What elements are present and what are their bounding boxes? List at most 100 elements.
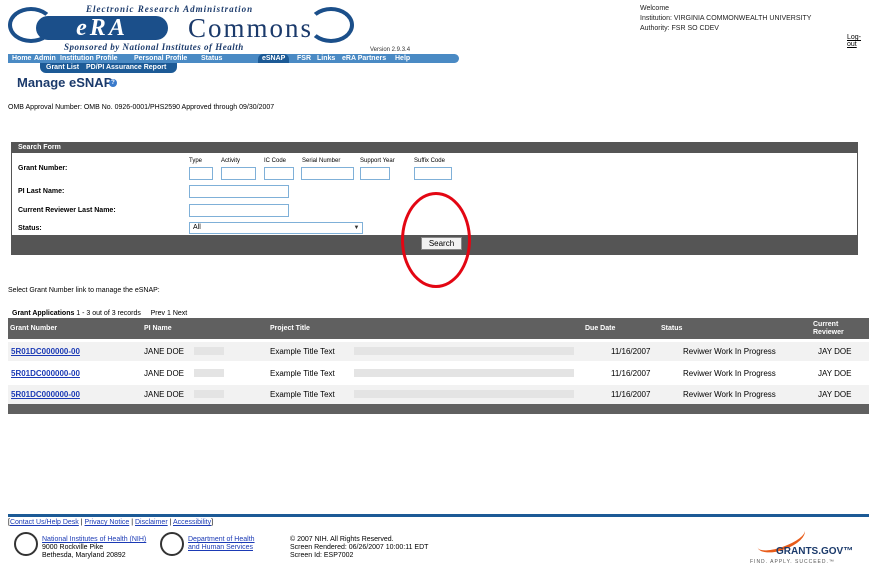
col-pi-name[interactable]: PI Name — [144, 318, 172, 339]
reviewer-cell: JAY DOE — [818, 369, 852, 378]
pi-name-cell: JANE DOE — [144, 369, 185, 378]
nav-esnap[interactable]: eSNAP — [258, 54, 290, 63]
suffix-code-label: Suffix Code — [414, 158, 445, 164]
page-title: Manage eSNAP — [17, 75, 113, 90]
redacted-block — [194, 369, 224, 377]
logo-sponsored: Sponsored by National Institutes of Heal… — [64, 42, 244, 52]
nav-status[interactable]: Status — [201, 54, 222, 63]
activity-label: Activity — [221, 158, 241, 164]
grant-number-link[interactable]: 5R01DC000000-00 — [11, 364, 80, 383]
col-due-date[interactable]: Due Date — [585, 318, 615, 339]
hhs-link[interactable]: Department of Health and Human Services — [188, 536, 255, 552]
hhs-seal-icon — [160, 532, 184, 556]
nih-address: National Institutes of Health (NIH) 9000… — [42, 536, 146, 560]
col-project-title[interactable]: Project Title — [270, 318, 310, 339]
col-status[interactable]: Status — [661, 318, 682, 339]
grant-applications-caption: Grant Applications 1 - 3 out of 3 record… — [12, 310, 187, 317]
welcome-text: Welcome — [640, 5, 670, 12]
nih-link[interactable]: National Institutes of Health (NIH) — [42, 536, 146, 544]
project-title-cell: Example Title Text — [270, 347, 335, 356]
redacted-block — [354, 390, 574, 398]
footer-link-privacy[interactable]: Privacy Notice — [85, 519, 130, 526]
due-date-cell: 11/16/2007 — [611, 390, 651, 399]
logo-right-bracket — [308, 7, 354, 43]
welcome-panel: Welcome Institution: VIRGINIA COMMONWEAL… — [640, 4, 811, 34]
highlight-circle — [401, 192, 471, 288]
nav-help[interactable]: Help — [395, 54, 410, 63]
ic-code-input[interactable] — [264, 167, 294, 180]
nav-fsr[interactable]: FSR — [297, 54, 311, 63]
pi-name-cell: JANE DOE — [144, 347, 185, 356]
footer-link-contact[interactable]: Contact Us/Help Desk — [10, 519, 79, 526]
reviewer-cell: JAY DOE — [818, 347, 852, 356]
authority-text: Authority: FSR SO CDEV — [640, 25, 719, 32]
status-cell: Reviwer Work In Progress — [683, 347, 776, 356]
help-icon[interactable]: ? — [109, 79, 117, 87]
subnav-pdpi-assurance-report[interactable]: PD/PI Assurance Report — [86, 64, 166, 71]
grants-gov-text: GRANTS.GOV™ — [776, 546, 854, 557]
footer-links: [Contact Us/Help Desk | Privacy Notice |… — [8, 519, 213, 526]
reviewer-last-name-label: Current Reviewer Last Name: — [18, 207, 116, 214]
nav-admin[interactable]: Admin — [34, 54, 56, 63]
nav-home[interactable]: Home — [12, 54, 31, 63]
grants-gov-logo[interactable]: GRANTS.GOV™ FIND. APPLY. SUCCEED.™ — [736, 520, 866, 566]
due-date-cell: 11/16/2007 — [611, 347, 651, 356]
grants-gov-tagline: FIND. APPLY. SUCCEED.™ — [750, 559, 835, 565]
status-cell: Reviwer Work In Progress — [683, 390, 776, 399]
nav-personal-profile[interactable]: Personal Profile — [134, 54, 187, 63]
table-row: 5R01DC000000-00 JANE DOE Example Title T… — [8, 364, 869, 383]
reviewer-last-name-input[interactable] — [189, 204, 289, 217]
institution-text: Institution: VIRGINIA COMMONWEALTH UNIVE… — [640, 15, 812, 22]
pager[interactable]: Prev 1 Next — [151, 310, 188, 317]
record-count: 1 - 3 out of 3 records — [74, 310, 141, 317]
logout-link[interactable]: Log-out — [847, 34, 869, 48]
status-select-value: All — [193, 224, 201, 231]
status-select[interactable]: All ▼ — [189, 222, 363, 234]
footer-link-disclaimer[interactable]: Disclaimer — [135, 519, 168, 526]
nav-era-partners[interactable]: eRA Partners — [342, 54, 386, 63]
hhs-link-line2: and Human Services — [188, 544, 253, 551]
logo-commons: Commons — [188, 13, 314, 43]
grant-number-link[interactable]: 5R01DC000000-00 — [11, 342, 80, 361]
pi-last-name-label: PI Last Name: — [18, 188, 65, 195]
project-title-cell: Example Title Text — [270, 390, 335, 399]
grant-table-footer — [8, 404, 869, 414]
nav-institution-profile[interactable]: Institution Profile — [60, 54, 118, 63]
activity-input[interactable] — [221, 167, 256, 180]
suffix-code-input[interactable] — [414, 167, 452, 180]
hhs-link-line1: Department of Health — [188, 536, 255, 543]
footer-divider — [8, 514, 869, 517]
grant-number-link[interactable]: 5R01DC000000-00 — [11, 385, 80, 404]
version-text: Version 2.9.3.4 — [370, 47, 411, 53]
screen-id-text: Screen Id: ESP7002 — [290, 552, 354, 559]
nav-links[interactable]: Links — [317, 54, 335, 63]
era-commons-logo: Electronic Research Administration eRA C… — [8, 2, 360, 54]
search-form-header: Search Form — [12, 143, 857, 153]
ic-code-label: IC Code — [264, 158, 287, 164]
col-current-reviewer-line1: Current — [813, 321, 839, 328]
col-grant-number[interactable]: Grant Number — [10, 318, 57, 339]
support-year-input[interactable] — [360, 167, 390, 180]
serial-number-input[interactable] — [301, 167, 354, 180]
grant-table-header: Grant Number PI Name Project Title Due D… — [8, 318, 869, 339]
subnav-grant-list[interactable]: Grant List — [46, 64, 79, 71]
pi-name-cell: JANE DOE — [144, 390, 185, 399]
redacted-block — [194, 347, 224, 355]
col-current-reviewer[interactable]: Current Reviewer — [813, 321, 844, 337]
nih-address-line2: Bethesda, Maryland 20892 — [42, 552, 126, 559]
due-date-cell: 11/16/2007 — [611, 369, 651, 378]
col-current-reviewer-line2: Reviewer — [813, 329, 844, 336]
status-cell: Reviwer Work In Progress — [683, 369, 776, 378]
nih-seal-icon — [14, 532, 38, 556]
redacted-block — [354, 369, 574, 377]
pi-last-name-input[interactable] — [189, 185, 289, 198]
redacted-block — [354, 347, 574, 355]
grant-applications-title: Grant Applications — [12, 310, 75, 317]
redacted-block — [194, 390, 224, 398]
footer-link-accessibility[interactable]: Accessibility — [173, 519, 211, 526]
chevron-down-icon: ▼ — [353, 225, 360, 231]
type-input[interactable] — [189, 167, 213, 180]
serial-number-label: Serial Number — [302, 158, 341, 164]
footer-bracket-close: ] — [211, 519, 214, 526]
copyright-block: © 2007 NIH. All Rights Reserved. Screen … — [290, 536, 428, 560]
